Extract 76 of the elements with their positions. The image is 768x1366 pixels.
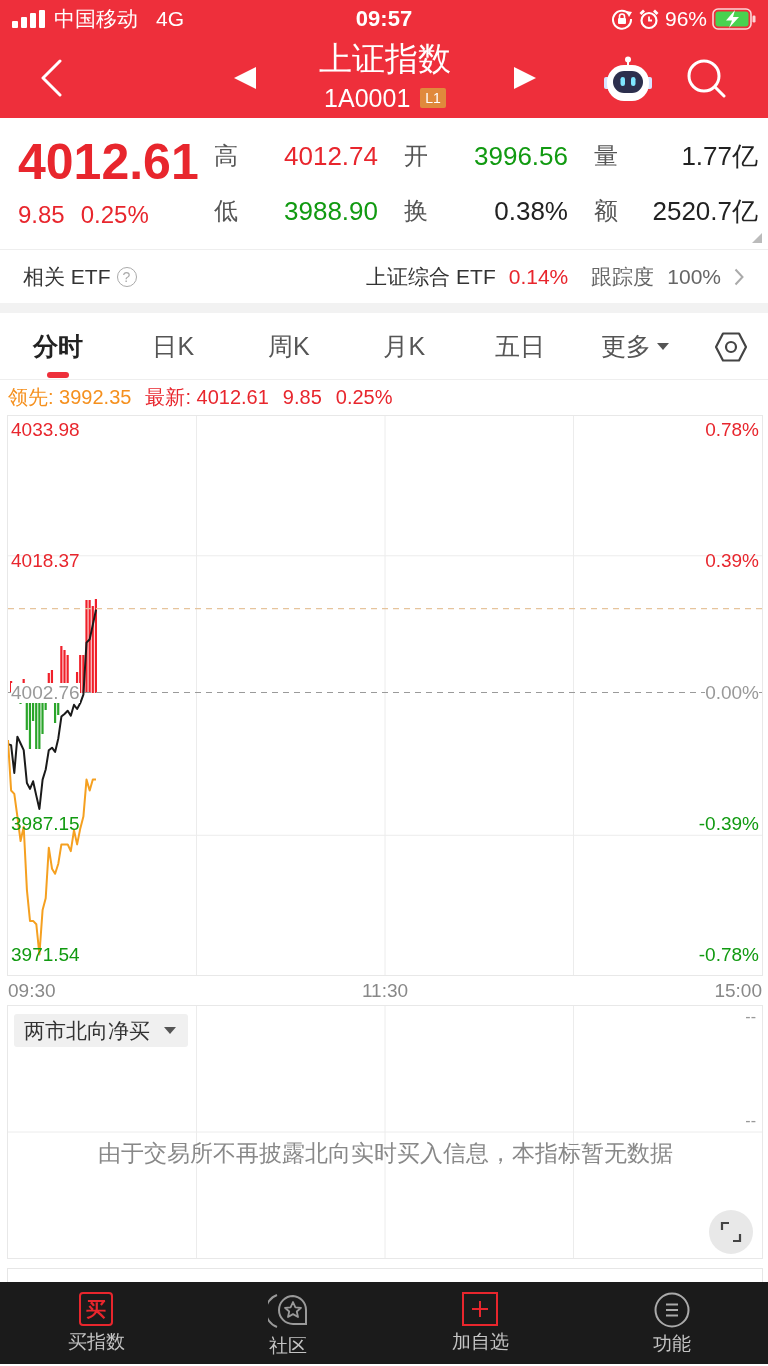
signal-icon: [12, 10, 46, 28]
price-change-percent: 0.25%: [80, 203, 149, 227]
level-badge: L1: [420, 88, 446, 108]
chart-tab[interactable]: 更多: [593, 313, 678, 372]
robot-icon[interactable]: [604, 56, 652, 102]
back-icon[interactable]: [39, 59, 63, 97]
stat-label: 量: [594, 141, 618, 171]
time-axis-label: 11:30: [361, 979, 409, 1002]
indicator-axis-value: --: [745, 1008, 756, 1026]
battery-icon: [712, 8, 756, 30]
bottom-nav-button[interactable]: 社区: [192, 1282, 384, 1364]
stat-label: 开: [404, 141, 428, 171]
left-arrow-icon[interactable]: [234, 67, 256, 89]
add-icon: [462, 1292, 498, 1326]
percent-axis-label: 0.78%: [705, 420, 759, 441]
settings-icon[interactable]: [714, 332, 747, 362]
time-axis-label: 15:00: [714, 979, 762, 1002]
fullscreen-button[interactable]: [709, 1210, 753, 1254]
related-etf-label: 相关 ETF: [23, 263, 111, 290]
stat-label: 额: [594, 196, 618, 226]
price-axis-label: 4018.37: [11, 551, 80, 572]
caret-icon: [164, 1027, 176, 1034]
stat-value: 0.38%: [494, 195, 568, 227]
price-axis-label: 4002.76: [11, 682, 80, 703]
chart-tab[interactable]: 分时: [24, 313, 91, 372]
index-code: 1A0001: [324, 84, 411, 112]
price-change: 9.85: [18, 203, 65, 227]
stat-value: 4012.74: [284, 140, 378, 172]
etf-change: 0.14%: [508, 264, 569, 289]
bottom-nav-button[interactable]: 加自选: [384, 1282, 576, 1364]
stat-value: 3996.56: [474, 140, 568, 172]
carrier-name: 中国移动: [54, 6, 138, 32]
tracking-value: 100%: [667, 264, 721, 289]
bottom-nav-button[interactable]: 功能: [576, 1282, 768, 1364]
menu-icon: [654, 1292, 690, 1328]
chart-tab[interactable]: 月K: [375, 313, 434, 372]
stat-value: 2520.7亿: [652, 194, 758, 228]
legend-text: 领先: 3992.35: [8, 385, 132, 410]
current-price: 4012.61: [18, 133, 200, 192]
percent-axis-label: -0.78%: [698, 945, 759, 965]
bottom-nav-button[interactable]: 买 买指数: [0, 1282, 192, 1364]
tab-indicator: [46, 372, 69, 378]
legend-text: 9.85: [282, 386, 322, 409]
stat-label: 低: [214, 196, 238, 226]
tracking-label: 跟踪度: [591, 263, 655, 290]
indicator-dropdown[interactable]: 两市北向净买: [14, 1014, 188, 1047]
no-data-message: 由于交易所不再披露北向实时买入信息，本指标暂无数据: [97, 1139, 673, 1168]
chat-star-icon: [268, 1292, 308, 1330]
expand-icon: [720, 1221, 742, 1243]
page-title: 上证指数: [319, 40, 451, 78]
time-axis-label: 09:30: [8, 979, 56, 1002]
chevron-right-icon[interactable]: [734, 267, 744, 286]
chart-tab[interactable]: 五日: [486, 313, 553, 372]
network-type: 4G: [156, 7, 184, 31]
price-axis-label: 4033.98: [11, 420, 80, 441]
percent-axis-label: 0.39%: [705, 551, 759, 572]
search-icon[interactable]: [686, 58, 726, 98]
etf-name[interactable]: 上证综合 ETF: [366, 262, 496, 291]
stat-label: 换: [404, 196, 428, 226]
stat-value: 3988.90: [284, 195, 378, 227]
caret-icon: [657, 342, 670, 350]
legend-text: 0.25%: [335, 386, 393, 409]
right-arrow-icon[interactable]: [514, 67, 536, 89]
stat-value: 1.77亿: [681, 139, 758, 173]
clock-time: 09:57: [355, 6, 413, 32]
percent-axis-label: -0.39%: [698, 813, 759, 834]
indicator-axis-value: --: [745, 1112, 756, 1130]
alarm-clock-icon: [637, 8, 660, 30]
buy-icon: 买: [79, 1292, 113, 1326]
price-axis-label: 3971.54: [11, 945, 80, 965]
chart-tab[interactable]: 周K: [259, 313, 318, 372]
battery-percent: 96%: [664, 7, 707, 31]
legend-text: 最新: 4012.61: [145, 385, 269, 410]
stat-label: 高: [214, 141, 238, 171]
rotation-lock-icon: [610, 8, 633, 30]
chart-tab[interactable]: 日K: [144, 313, 203, 372]
